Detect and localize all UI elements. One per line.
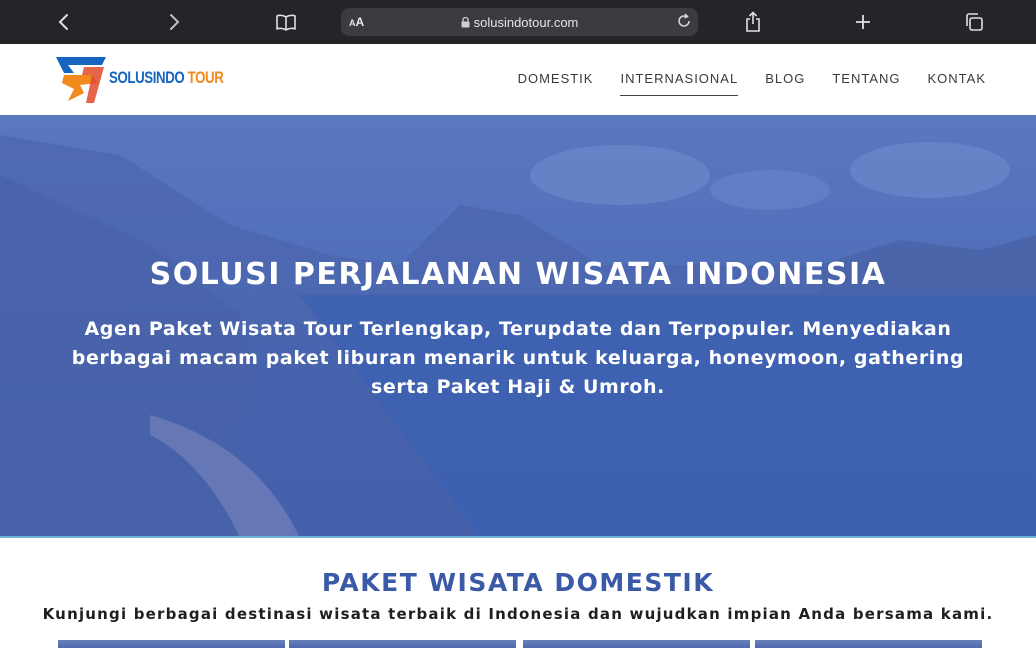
main-nav: DOMESTIK INTERNASIONAL BLOG TENTANG KONT… bbox=[518, 71, 986, 96]
nav-item-internasional[interactable]: INTERNASIONAL bbox=[620, 71, 739, 96]
logo-mark-icon bbox=[56, 57, 106, 103]
lock-icon bbox=[461, 17, 470, 28]
package-card[interactable] bbox=[58, 640, 285, 648]
share-icon[interactable] bbox=[741, 10, 765, 34]
forward-icon[interactable] bbox=[162, 10, 186, 34]
site-logo[interactable]: SOLUSINDO TOUR bbox=[54, 55, 224, 105]
package-card[interactable] bbox=[755, 640, 982, 648]
back-icon[interactable] bbox=[52, 10, 76, 34]
browser-toolbar: AA solusindotour.com bbox=[0, 0, 1036, 44]
new-tab-icon[interactable] bbox=[851, 10, 875, 34]
nav-item-blog[interactable]: BLOG bbox=[765, 71, 805, 96]
package-card[interactable] bbox=[523, 640, 750, 648]
package-card[interactable] bbox=[289, 640, 516, 648]
address-bar[interactable]: AA solusindotour.com bbox=[341, 8, 698, 36]
nav-item-kontak[interactable]: KONTAK bbox=[928, 71, 987, 96]
logo-text: SOLUSINDO TOUR bbox=[109, 68, 224, 87]
nav-item-tentang[interactable]: TENTANG bbox=[832, 71, 900, 96]
hero-title: SOLUSI PERJALANAN WISATA INDONESIA bbox=[149, 257, 887, 292]
section-subtitle: Kunjungi berbagai destinasi wisata terba… bbox=[42, 605, 994, 623]
hero-divider bbox=[0, 536, 1036, 538]
site-header: SOLUSINDO TOUR DOMESTIK INTERNASIONAL BL… bbox=[0, 44, 1036, 115]
reload-icon[interactable] bbox=[676, 13, 692, 33]
tabs-icon[interactable] bbox=[962, 10, 986, 34]
hero-banner: SOLUSI PERJALANAN WISATA INDONESIA Agen … bbox=[0, 115, 1036, 538]
section-title: PAKET WISATA DOMESTIK bbox=[321, 568, 715, 597]
hero-subtitle: Agen Paket Wisata Tour Terlengkap, Terup… bbox=[71, 318, 965, 398]
url-text: solusindotour.com bbox=[473, 15, 579, 30]
nav-item-domestik[interactable]: DOMESTIK bbox=[518, 71, 594, 96]
bookmarks-icon[interactable] bbox=[274, 10, 298, 34]
